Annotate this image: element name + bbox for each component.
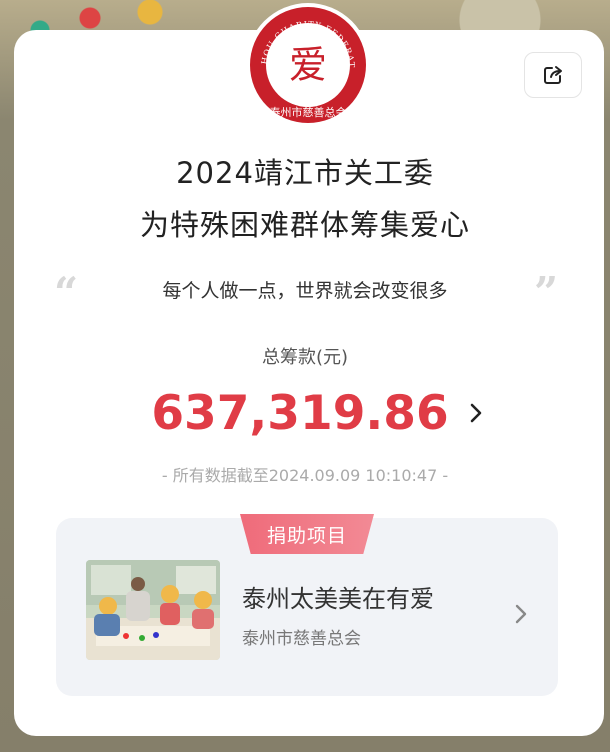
logo-bottom-text: 泰州市慈善总会 <box>270 105 347 119</box>
total-amount: 637,319.86 <box>151 385 449 441</box>
share-icon <box>544 66 562 84</box>
chevron-right-icon <box>470 403 481 423</box>
share-button[interactable] <box>524 52 582 98</box>
close-quote-icon: ” <box>534 268 559 317</box>
charity-federation-logo: TAIZHOU CHARITY FEDERATION 爱 泰州市慈善总会 <box>245 2 370 127</box>
project-thumbnail <box>86 560 220 660</box>
total-amount-link[interactable]: 637,319.86 <box>0 382 610 444</box>
project-tag: 捐助项目 <box>240 514 374 554</box>
total-raised-label: 总筹款(元) <box>261 347 349 368</box>
data-timestamp-note: - 所有数据截至2024.09.09 10:10:47 - <box>161 466 449 485</box>
project-card[interactable]: 捐助项目 泰州太美美在有爱 泰州市慈善总会 <box>56 514 558 696</box>
project-organization: 泰州市慈善总会 <box>242 629 361 649</box>
chevron-right-icon <box>515 604 527 624</box>
campaign-title-line2: 为特殊困难群体筹集爱心 <box>139 208 470 242</box>
slogan-text: 每个人做一点，世界就会改变很多 <box>162 280 448 302</box>
logo-center-char: 爱 <box>289 43 327 87</box>
campaign-title-line1: 2024靖江市关工委 <box>176 156 434 190</box>
project-name: 泰州太美美在有爱 <box>242 585 434 613</box>
